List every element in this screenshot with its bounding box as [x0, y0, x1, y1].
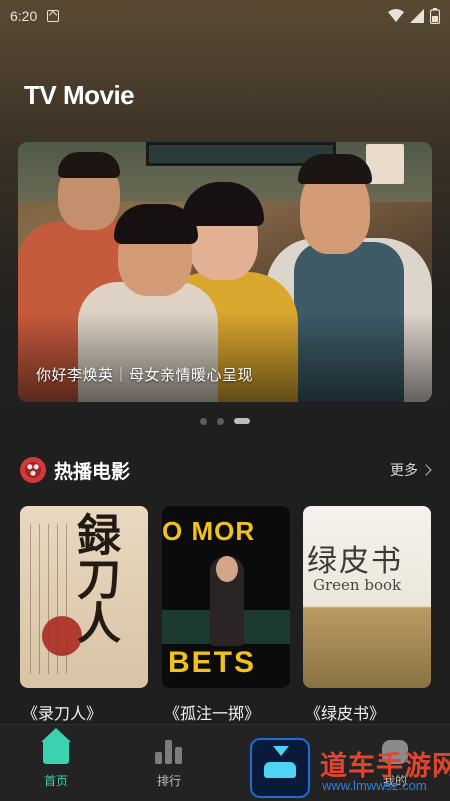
- poster-text: Green book: [313, 576, 402, 594]
- notification-icon: [47, 10, 60, 22]
- status-icons: [388, 8, 440, 24]
- chevron-right-icon: [420, 464, 432, 476]
- tab-label: 首页: [43, 774, 68, 788]
- movie-title[interactable]: 《孤注一掷》: [164, 700, 304, 724]
- movie-title[interactable]: 《绿皮书》: [305, 700, 445, 724]
- watermark-logo: [250, 738, 310, 798]
- hot-movies-header: 热播电影 更多: [20, 452, 432, 488]
- poster-figure: [216, 556, 238, 582]
- movie-poster[interactable]: 録刀人: [20, 506, 148, 688]
- poster-text: 绿皮书: [307, 544, 403, 579]
- chart-icon-bar: [175, 747, 182, 764]
- carousel-dot[interactable]: [217, 417, 224, 425]
- featured-banner[interactable]: 你好李焕英｜母女亲情暖心呈现: [18, 142, 432, 402]
- tab-ranking[interactable]: 排行: [134, 740, 204, 789]
- banner-caption: 你好李焕英｜母女亲情暖心呈现: [36, 366, 254, 384]
- carousel-dot-active[interactable]: [234, 418, 250, 424]
- chart-icon-bar: [155, 752, 162, 764]
- home-icon: [41, 728, 71, 764]
- movie-poster[interactable]: 绿皮书 Green book: [303, 506, 431, 688]
- tab-home[interactable]: 首页: [21, 728, 91, 789]
- movie-poster[interactable]: O MOR BETS: [162, 506, 290, 688]
- signal-icon: [410, 9, 424, 23]
- carousel-indicator: [0, 416, 450, 426]
- banner-shade: [18, 312, 432, 402]
- banner-figure: [114, 204, 198, 244]
- watermark-url: www.lmwwsz.com: [322, 778, 427, 793]
- carousel-dot[interactable]: [200, 417, 207, 425]
- wifi-icon: [388, 9, 404, 22]
- app-title: TV Movie: [24, 80, 135, 110]
- more-link[interactable]: 更多: [390, 460, 432, 480]
- banner-figure: [58, 152, 120, 178]
- battery-icon: [430, 8, 440, 24]
- chart-icon: [155, 740, 183, 764]
- poster-text: O MOR: [162, 516, 256, 546]
- tab-label: 排行: [156, 774, 181, 788]
- section-title: 热播电影: [54, 460, 131, 483]
- status-bar: 6:20: [0, 0, 450, 32]
- chart-icon-bar: [165, 740, 172, 764]
- poster-text: 録刀人: [69, 512, 120, 644]
- banner-figure: [298, 154, 372, 184]
- movie-title[interactable]: 《录刀人》: [22, 700, 162, 724]
- film-reel-icon: [20, 457, 46, 483]
- watermark-logo-car: [264, 762, 296, 778]
- poster-text: BETS: [168, 646, 257, 679]
- watermark-logo-arrow: [273, 746, 289, 756]
- status-time: 6:20: [10, 8, 38, 24]
- more-label: 更多: [390, 463, 418, 479]
